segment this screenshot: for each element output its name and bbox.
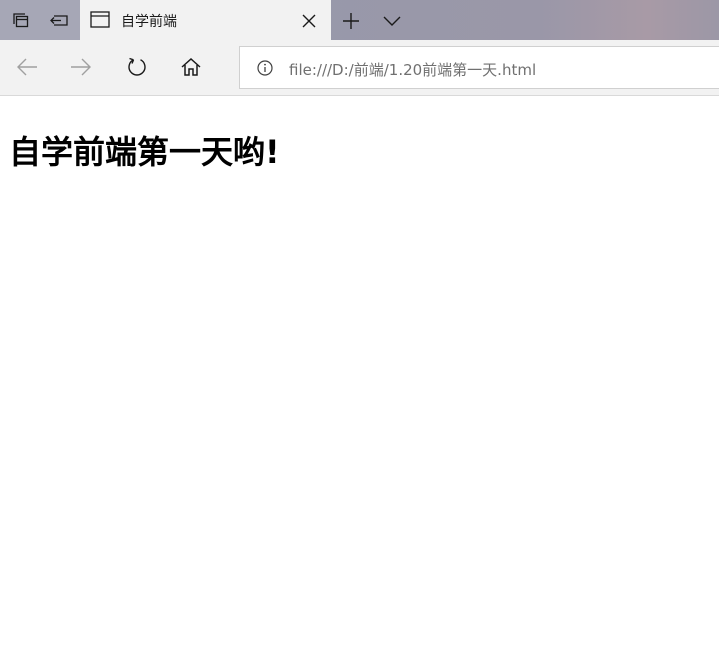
home-button[interactable] xyxy=(172,48,210,86)
page-content: 自学前端第一天哟! xyxy=(0,96,719,655)
new-tab-button[interactable] xyxy=(336,6,366,36)
refresh-icon xyxy=(128,57,146,76)
tab-bar: 自学前端 xyxy=(0,0,719,40)
chevron-down-icon xyxy=(383,16,401,26)
tab-actions xyxy=(0,0,80,40)
close-icon xyxy=(302,14,316,28)
plus-icon xyxy=(343,13,359,29)
page-heading: 自学前端第一天哟! xyxy=(9,133,280,171)
tabs-aside-icon xyxy=(13,13,29,28)
forward-button[interactable] xyxy=(62,48,100,86)
tab-title: 自学前端 xyxy=(121,14,177,30)
arrow-left-icon xyxy=(17,58,37,76)
url-text: file:///D:/前端/1.20前端第一天.html xyxy=(289,61,537,79)
back-button[interactable] xyxy=(8,48,46,86)
tab-restore-icon xyxy=(50,15,68,26)
close-tab-button[interactable] xyxy=(298,10,320,32)
restore-tabs-button[interactable] xyxy=(40,0,80,40)
arrow-right-icon xyxy=(71,58,91,76)
info-icon xyxy=(257,60,273,76)
page-icon xyxy=(90,11,110,28)
address-bar[interactable]: file:///D:/前端/1.20前端第一天.html xyxy=(239,46,719,89)
home-icon xyxy=(181,57,201,76)
set-aside-tabs-button[interactable] xyxy=(0,0,40,40)
refresh-button[interactable] xyxy=(118,48,156,86)
active-tab[interactable]: 自学前端 xyxy=(80,0,331,40)
navigation-bar: file:///D:/前端/1.20前端第一天.html xyxy=(0,40,719,96)
tab-preview-toggle[interactable] xyxy=(377,6,407,36)
